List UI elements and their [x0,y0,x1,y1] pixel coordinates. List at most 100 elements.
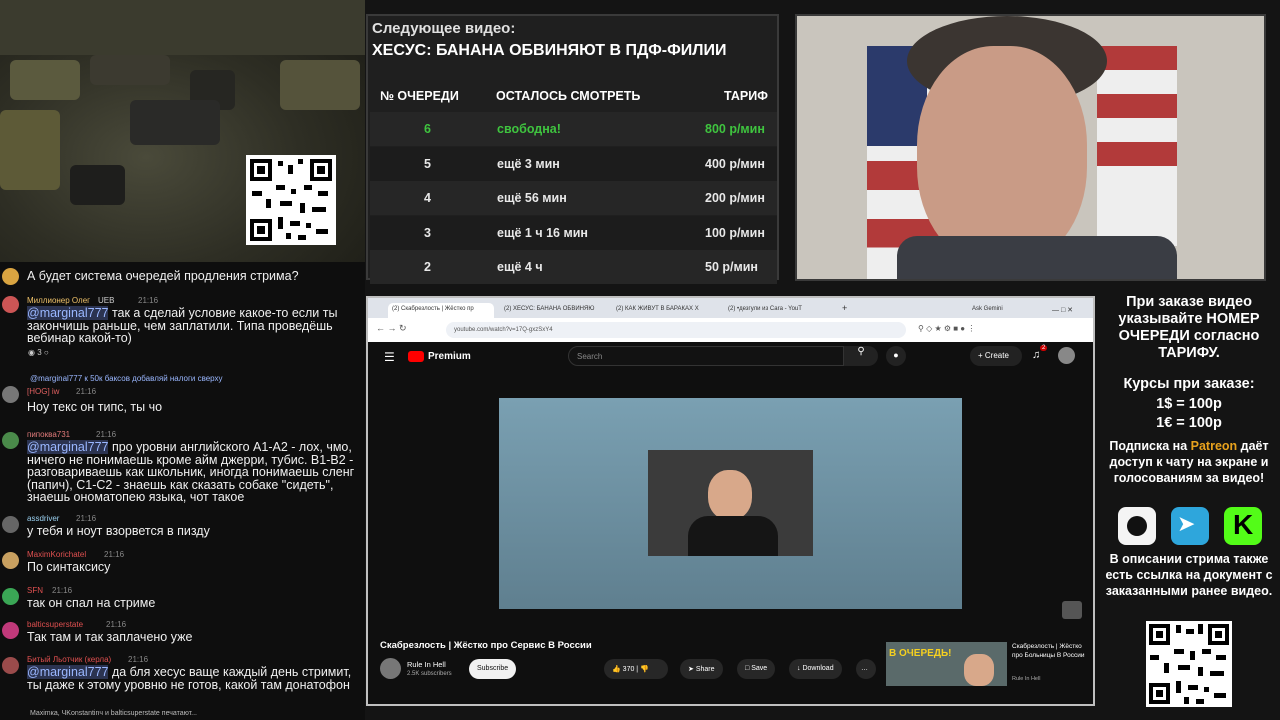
reaction-count[interactable]: ◉ 3 ○ [28,348,49,357]
chat-username: пипоквa731 [27,430,71,439]
gear-shape [10,60,80,100]
gear-shape [0,110,60,190]
search-input[interactable]: Search [568,346,844,366]
reply-reference[interactable]: @marginal777 к 50к баксов добавляй налог… [30,374,223,383]
search-icon[interactable]: ⚲ [844,346,878,366]
chat-text: у тебя и ноут взорвется в пизду [27,524,210,538]
youtube-brand[interactable]: Premium [428,351,471,362]
like-dislike-button[interactable]: 👍 370 | 👎 [604,659,668,679]
subscribe-button[interactable]: Subscribe [469,659,517,679]
share-button[interactable]: ➤ Share [680,659,723,679]
drone-shape [130,100,220,145]
back-forward-reload-icons[interactable]: ← → ↻ [376,323,407,334]
subscriber-count: 2.5K subscribers [407,671,452,677]
more-actions-button[interactable]: … [856,659,876,679]
queue-tariff: 50 р/мин [705,260,758,274]
chat-text: так он спал на стриме [27,596,156,610]
chat-text: А будет система очередей продления стрим… [27,269,299,283]
notification-badge: 2 [1040,345,1048,351]
url-field[interactable]: youtube.com/watch?v=17Q-gxzSxY4 [446,322,906,338]
new-tab-button[interactable]: + [838,300,851,315]
queue-tariff: 400 р/мин [705,157,765,171]
chat-time: 21:16 [104,550,125,559]
browser-tab[interactable]: (2) КАК ЖИВУТ В БАРАКАХ Х [612,303,718,318]
patreon-icon-mark [1127,516,1147,536]
ask-gemini-button[interactable]: Ask Gemini [968,303,1028,318]
queue-header-tariff: ТАРИФ [724,89,768,103]
chat-time: 21:16 [106,620,127,629]
queue-number: 5 [424,157,431,171]
telegram-icon-mark: ➤ [1177,511,1196,536]
chat-time: 21:16 [76,514,97,523]
chat-text: @marginal777 про уровни английского А1-А… [27,440,365,504]
queue-panel: Следующее видео: ХЕСУС: БАНАНА ОБВИНЯЮТ … [366,14,779,284]
extension-icons[interactable]: ⚲ ◇ ★ ⚙ ■ ● ⋮ [918,324,975,333]
rates-heading: Курсы при заказе: [1123,376,1255,392]
chat-username: [HOG] iw [27,387,60,396]
queue-remaining: ещё 56 мин [497,191,567,205]
browser-tab[interactable]: (2) Скабрезлость | Жёстко пр [388,303,494,318]
queue-remaining: свободна! [497,122,561,136]
chat-username: SFN [27,586,43,595]
share-label: Share [695,666,715,673]
gear-shape [280,60,360,110]
chat-text: @marginal777 так а сделай условие какое-… [27,306,365,345]
queue-tariff: 200 р/мин [705,191,765,205]
thumbnail-text: В ОЧЕРЕДЬ! [889,648,952,659]
like-count: 370 [622,666,635,673]
streamer-face [917,46,1087,266]
chat-username: Битый Льотчик (керла) [27,655,112,664]
avatar [2,552,19,569]
browser-window: (2) Скабрезлость | Жёстко пр (2) ХЕСУС: … [366,296,1095,706]
avatar[interactable] [1058,347,1075,364]
download-label: Download [802,665,834,672]
window-controls[interactable]: — □ ✕ [1048,303,1077,318]
download-button[interactable]: ↓ Download [789,659,842,679]
telegram-icon: ➤ [1171,507,1209,545]
miniplayer-thumb[interactable] [1062,601,1082,619]
typing-indicator: Maximка, ЧKonstantinч и balticsuperstate… [30,710,197,717]
video-player[interactable] [499,398,962,609]
patreon-name: Patreon [1190,439,1238,453]
recommended-channel[interactable]: Rule In Hell [1012,676,1040,682]
queue-number: 2 [424,260,431,274]
queue-remaining: ещё 1 ч 16 мин [497,226,588,240]
chat-text: Ноу текс он типс, ты чо [27,400,163,414]
kick-icon: Κ [1224,507,1262,545]
hamburger-menu-icon[interactable]: ☰ [384,350,395,364]
avatar [2,622,19,639]
queue-row: 5 ещё 3 мин 400 р/мин [370,147,777,181]
kick-icon-mark: Κ [1233,509,1254,540]
video-frame [648,450,813,556]
avatar [2,516,19,533]
save-button[interactable]: □ Save [737,659,776,679]
chat-panel: А будет система очередей продления стрим… [0,262,365,720]
youtube-logo-icon[interactable] [408,351,424,362]
chat-time: 21:16 [138,296,159,305]
browser-tab[interactable]: (2) •дезгули из Cara - YouT [724,303,830,318]
channel-name[interactable]: Rule In Hell [407,660,446,669]
browser-tab[interactable]: (2) ХЕСУС: БАНАНА ОБВИНЯЮ [500,303,606,318]
gear-shape [90,55,170,85]
queue-tariff: 800 р/мин [705,122,765,136]
qr-code-icon [1146,621,1232,707]
avatar [2,296,19,313]
microphone-icon[interactable]: ● [886,346,906,366]
person-body [688,516,778,556]
discord-icon [2,588,19,605]
create-button[interactable]: + Create [970,346,1022,366]
qr-code-icon [246,155,336,245]
queue-title: Следующее видео: [372,20,516,37]
recommended-title[interactable]: Скабрезлость | Жёстко про Больницы В Рос… [1012,643,1092,660]
chat-text: По синтаксису [27,560,111,574]
video-title: Скабрезлость | Жёстко про Сервис В Росси… [380,640,592,651]
recommended-thumbnail[interactable]: В ОЧЕРЕДЬ! [886,642,1007,686]
tab-bar: (2) Скабрезлость | Жёстко пр (2) ХЕСУС: … [368,298,1093,318]
bell-icon[interactable]: ♫ [1032,349,1040,361]
queue-row: 3 ещё 1 ч 16 мин 100 р/мин [370,216,777,250]
chat-badge: UEB [98,296,115,305]
chat-time: 21:16 [128,655,149,664]
patreon-info-lead: Подписка на [1109,439,1191,453]
chat-username: balticsuperstate [27,620,84,629]
channel-avatar[interactable] [380,658,401,679]
